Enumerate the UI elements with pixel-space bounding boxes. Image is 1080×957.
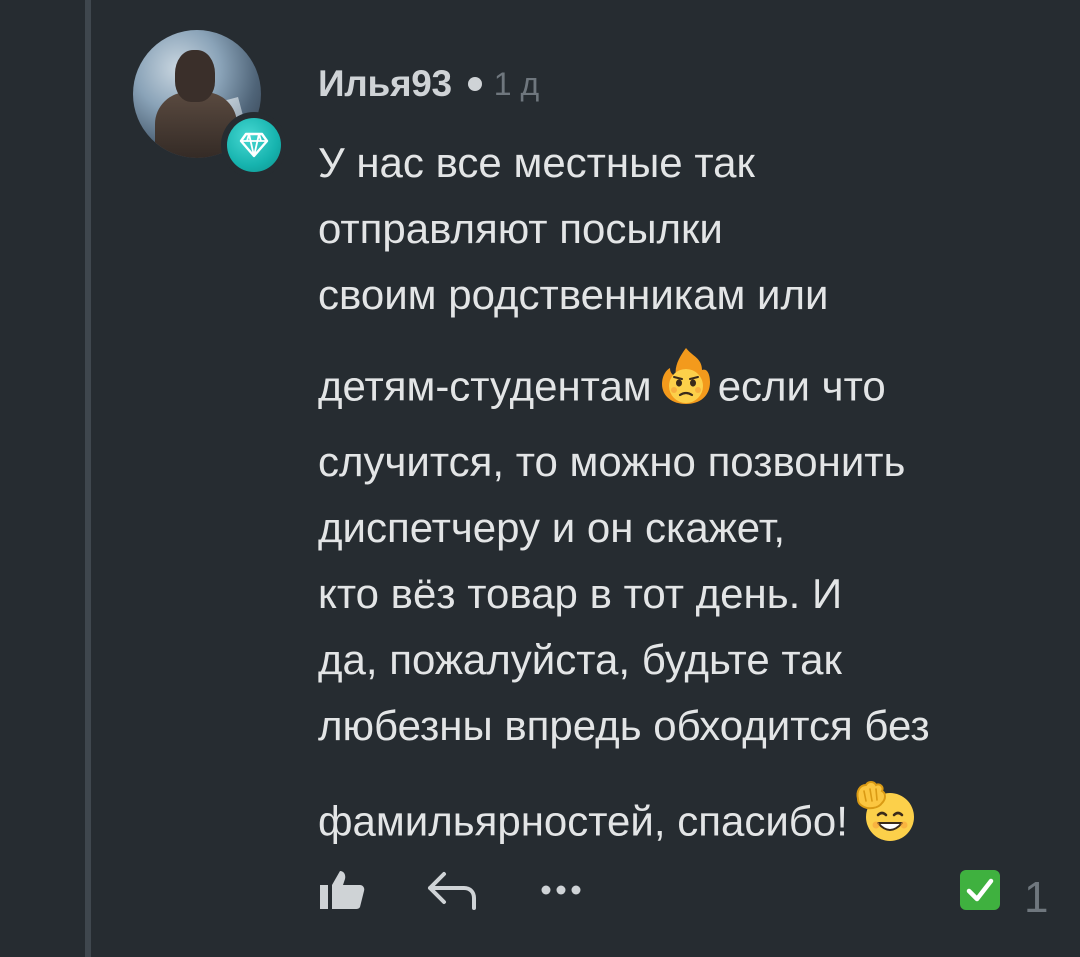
reply-button[interactable] (420, 860, 484, 920)
comment-line: У нас все местные так (318, 139, 755, 186)
flushed-face-on-fire-icon (658, 346, 714, 425)
comment-line: детям-студентам если что (318, 348, 1058, 429)
comment-score: 1 (960, 860, 1049, 922)
reply-arrow-icon (428, 872, 476, 910)
comment-header: Илья93 1 д (318, 60, 539, 108)
check-mark-button-icon[interactable] (960, 870, 1000, 910)
more-dots-icon (541, 885, 581, 895)
like-button[interactable] (316, 860, 368, 920)
waving-smile-icon (854, 779, 922, 862)
avatar-head (175, 50, 215, 102)
comment-line-part: детям-студентам (318, 362, 652, 410)
diamond-icon (227, 118, 281, 172)
thread-line (85, 0, 91, 957)
comment-text: У нас все местные так отправляют посылки… (318, 130, 1058, 866)
more-button[interactable] (536, 860, 586, 920)
comment-line: своим родственникам или (318, 271, 829, 318)
comment-actions: 1 (316, 860, 1056, 922)
comment-time: 1 д (493, 65, 540, 102)
comment-line: отправляют посылки (318, 205, 723, 252)
thumbs-up-icon (320, 871, 365, 909)
separator-dot (467, 77, 482, 91)
comment-line: случится, то можно позвонить (318, 438, 906, 485)
comment-line-part: если что (717, 362, 886, 410)
comment-line-part: фамильярностей, спасибо! (318, 797, 848, 845)
score-count: 1 (1024, 873, 1049, 922)
comment-line: любезны впредь обходится без (318, 702, 930, 749)
comment-line: да, пожалуйста, будьте так (318, 636, 842, 683)
comment-line: кто вёз товар в тот день. И (318, 570, 843, 617)
comment-line: диспетчеру и он скажет, (318, 504, 786, 551)
author-name[interactable]: Илья93 (318, 63, 452, 105)
comment-line: фамильярностей, спасибо! (318, 781, 1058, 866)
user-badge (221, 112, 287, 178)
